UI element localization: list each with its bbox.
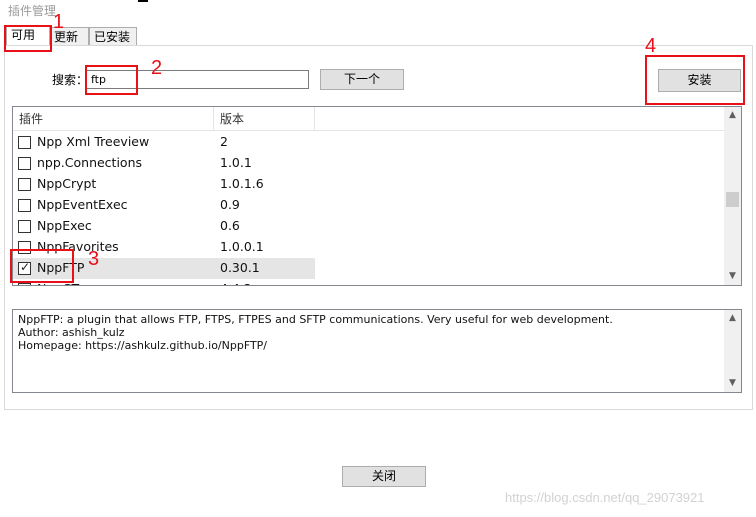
column-header-plugin[interactable]: 插件 [13, 107, 213, 131]
plugin-name: Npp Xml Treeview [37, 134, 150, 149]
annotation-box-1 [4, 25, 52, 52]
annotation-number-1: 1 [53, 11, 65, 33]
plugin-checkbox[interactable] [18, 199, 31, 212]
plugin-version: 2 [220, 134, 228, 149]
close-button[interactable]: 关闭 [342, 466, 426, 487]
next-button[interactable]: 下一个 [320, 69, 404, 90]
plugin-checkbox[interactable] [18, 157, 31, 170]
annotation-number-2: 2 [151, 57, 163, 79]
plugin-name: NppCrypt [37, 176, 97, 191]
column-header-version[interactable]: 版本 [214, 107, 314, 131]
search-label: 搜索： [52, 73, 89, 87]
scroll-up-arrow[interactable]: ▲ [724, 310, 741, 327]
scroll-thumb[interactable] [726, 192, 739, 207]
plugin-row[interactable]: NppCrypt 1.0.1.6 [13, 174, 315, 195]
scroll-up-arrow[interactable]: ▲ [724, 107, 741, 124]
tab-installed[interactable]: 已安装 [89, 27, 137, 46]
list-scrollbar[interactable]: ▲ ▼ [724, 107, 741, 285]
annotation-number-4: 4 [645, 35, 657, 57]
plugin-checkbox[interactable] [18, 136, 31, 149]
plugin-checkbox[interactable] [18, 220, 31, 233]
plugin-version: 0.9 [220, 197, 240, 212]
annotation-box-3 [10, 249, 74, 283]
description-line: Homepage: https://ashkulz.github.io/NppF… [18, 339, 268, 352]
description-line: Author: ashish_kulz [18, 326, 125, 339]
scroll-down-arrow[interactable]: ▼ [724, 268, 741, 285]
list-rows: Npp Xml Treeview 2 npp.Connections 1.0.1 Npp… [13, 132, 727, 285]
scroll-down-arrow[interactable]: ▼ [724, 375, 741, 392]
plugin-version: 1.0.1.6 [220, 176, 264, 191]
description-line: NppFTP: a plugin that allows FTP, FTPS, … [18, 313, 613, 326]
plugin-version: 0.6 [220, 218, 240, 233]
list-header: 插件 版本 [13, 107, 727, 131]
description-scrollbar[interactable]: ▲ ▼ [724, 310, 741, 392]
tabstrip-border [137, 45, 752, 46]
plugin-name: npp.Connections [37, 155, 143, 170]
watermark: https://blog.csdn.net/qq_29073921 [505, 490, 705, 505]
plugin-name: NppExec [37, 218, 92, 233]
plugin-list[interactable]: 插件 版本 Npp Xml Treeview 2 npp.Connections 1.… [12, 106, 742, 286]
plugin-version: 4.4.2 [220, 281, 252, 285]
plugin-version: 1.0.0.1 [220, 239, 264, 254]
window-title: 插件管理 [8, 4, 57, 18]
plugin-version: 1.0.1 [220, 155, 252, 170]
plugin-checkbox[interactable] [18, 283, 31, 285]
plugin-checkbox[interactable] [18, 178, 31, 191]
annotation-box-2 [85, 65, 138, 95]
plugin-row[interactable]: NppEventExec 0.9 [13, 195, 315, 216]
plugin-row[interactable]: Npp Xml Treeview 2 [13, 132, 315, 153]
title-artifact [138, 0, 148, 2]
annotation-number-3: 3 [88, 248, 100, 270]
plugin-row[interactable]: npp.Connections 1.0.1 [13, 153, 315, 174]
plugin-version: 0.30.1 [220, 260, 260, 275]
column-separator[interactable] [314, 107, 315, 131]
plugin-row[interactable]: NppExec 0.6 [13, 216, 315, 237]
plugin-name: NppEventExec [37, 197, 128, 212]
annotation-box-4 [645, 55, 745, 105]
plugin-description: NppFTP: a plugin that allows FTP, FTPS, … [12, 309, 742, 393]
